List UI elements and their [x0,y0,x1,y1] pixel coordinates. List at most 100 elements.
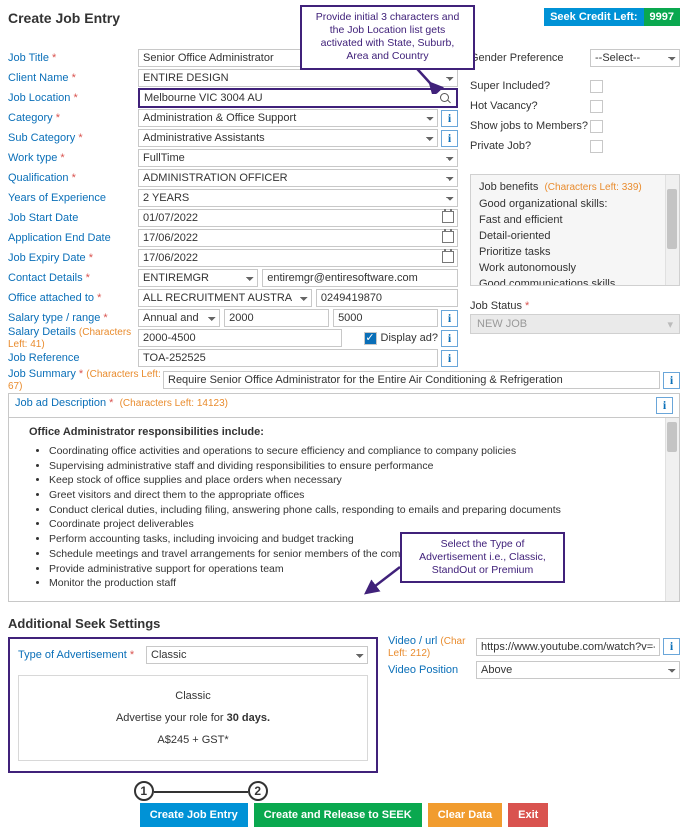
job-location-label: Job Location [8,92,138,104]
salary-type-select[interactable]: Annual and co… [138,309,220,327]
qualification-label: Qualification [8,172,138,184]
salary-details-label: Salary Details (Characters Left: 41) [8,326,138,350]
calendar-icon[interactable] [442,251,454,263]
private-label: Private Job? [470,140,590,152]
step-2-marker: 2 [248,781,268,801]
list-item: Work autonomously [479,261,671,277]
sub-category-label: Sub Category [8,132,138,144]
list-item: Good organizational skills: [479,197,671,213]
list-item: Greet visitors and direct them to the ap… [49,488,671,503]
salary-label: Salary type / range [8,312,138,324]
calendar-icon[interactable] [442,211,454,223]
info-icon[interactable]: i [441,310,458,327]
info-icon[interactable]: i [663,638,680,655]
office-label: Office attached to [8,292,138,304]
display-ad-label: Display ad? [381,332,438,344]
contact-label: Contact Details [8,272,138,284]
summary-input[interactable] [163,371,660,389]
salary-details-input[interactable] [138,329,342,347]
sub-category-select[interactable]: Administrative Assistants [138,129,438,147]
work-type-label: Work type [8,152,138,164]
additional-heading: Additional Seek Settings [8,616,680,631]
status-label: Job Status [470,300,680,312]
gender-select[interactable]: --Select-- [590,49,680,67]
description-bullets: Coordinating office activities and opera… [35,444,671,591]
info-icon[interactable]: i [441,350,458,367]
description-label: Job ad Description (Characters Left: 141… [15,397,228,414]
display-ad-checkbox[interactable]: ✓ [364,332,377,345]
button-bar: 1 2 Create Job Entry Create and Release … [8,803,680,827]
category-label: Category [8,112,138,124]
ad-card-price: A$245 + GST* [27,734,359,746]
category-select[interactable]: Administration & Office Support [138,109,438,127]
search-icon[interactable] [440,93,451,104]
calendar-icon[interactable] [442,231,454,243]
experience-label: Years of Experience [8,192,138,204]
info-icon[interactable]: i [441,130,458,147]
scrollbar[interactable] [665,418,679,601]
office-phone-input[interactable] [316,289,458,307]
office-select[interactable]: ALL RECRUITMENT AUSTRALIA [138,289,312,307]
expiry-label: Job Expiry Date [8,252,138,264]
private-checkbox[interactable] [590,140,603,153]
salary-max-input[interactable] [333,309,438,327]
info-icon[interactable]: i [663,372,680,389]
benefits-list: Good organizational skills:Fast and effi… [479,197,671,286]
description-heading: Office Administrator responsibilities in… [29,426,671,438]
show-checkbox[interactable] [590,120,603,133]
callout-ad-type: Select the Type of Advertisement i.e., C… [400,532,565,583]
list-item: Good communications skills [479,277,671,286]
list-item: Prioritize tasks [479,245,671,261]
exit-button[interactable]: Exit [508,803,548,827]
experience-select[interactable]: 2 YEARS [138,189,458,207]
info-icon[interactable]: i [441,330,458,347]
benefits-label: Job benefits [479,181,538,193]
work-type-select[interactable]: FullTime [138,149,458,167]
callout-location: Provide initial 3 characters and the Job… [300,5,475,70]
description-editor[interactable]: Office Administrator responsibilities in… [8,418,680,602]
list-item: Fast and efficient [479,213,671,229]
job-title-label: Job Title [8,52,138,64]
gender-label: Gender Preference [470,52,590,64]
hot-checkbox[interactable] [590,100,603,113]
video-url-input[interactable] [476,638,660,656]
scrollbar[interactable] [665,175,679,285]
contact-email-input[interactable] [262,269,458,287]
reference-label: Job Reference [8,352,138,364]
ad-card: Classic Advertise your role for 30 days.… [18,675,368,761]
info-icon[interactable]: i [441,110,458,127]
contact-select[interactable]: ENTIREMGR [138,269,258,287]
super-label: Super Included? [470,80,590,92]
ad-type-label: Type of Advertisement [18,649,146,661]
ad-type-panel: Type of AdvertisementClassic Classic Adv… [8,637,378,773]
list-item: Coordinating office activities and opera… [49,444,671,459]
step-1-marker: 1 [134,781,154,801]
ad-type-select[interactable]: Classic [146,646,368,664]
job-location-value: Melbourne VIC 3004 AU [144,92,263,104]
benefits-panel: Job benefits (Characters Left: 339) Good… [470,174,680,286]
info-icon[interactable]: i [656,397,673,414]
start-date-input[interactable] [138,209,458,227]
release-seek-button[interactable]: Create and Release to SEEK [254,803,422,827]
list-item: Keep stock of office supplies and place … [49,473,671,488]
page-title: Create Job Entry [8,8,120,26]
video-pos-label: Video Position [388,664,476,676]
list-item: Perform accounting tasks, including invo… [49,532,671,547]
super-checkbox[interactable] [590,80,603,93]
qualification-select[interactable]: ADMINISTRATION OFFICER [138,169,458,187]
reference-input[interactable] [138,349,438,367]
expiry-input[interactable] [138,249,458,267]
app-end-input[interactable] [138,229,458,247]
create-job-button[interactable]: Create Job Entry [140,803,248,827]
video-pos-select[interactable]: Above [476,661,680,679]
salary-min-input[interactable] [224,309,329,327]
list-item: Schedule meetings and travel arrangement… [49,547,671,562]
clear-data-button[interactable]: Clear Data [428,803,502,827]
list-item: Detail-oriented [479,229,671,245]
list-item: Coordinate project deliverables [49,517,671,532]
client-name-label: Client Name [8,72,138,84]
credit-value: 9997 [644,8,680,26]
seek-credit-badge: Seek Credit Left: 9997 [544,8,680,26]
list-item: Supervising administrative staff and div… [49,459,671,474]
summary-label: Job Summary (Characters Left: 67) [8,368,163,392]
